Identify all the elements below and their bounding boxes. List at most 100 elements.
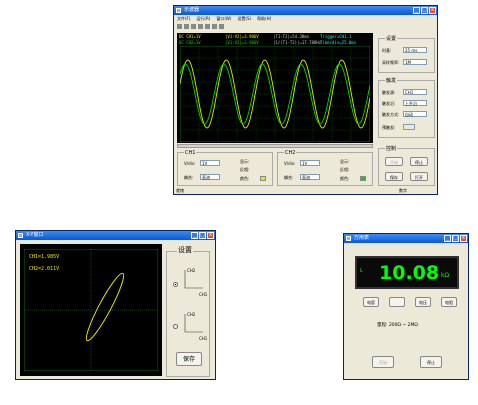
toolbar bbox=[174, 22, 437, 30]
ch2-color-swatch[interactable] bbox=[360, 176, 366, 181]
ch2-invert-label: 反相: bbox=[340, 167, 350, 172]
meter-mode-indicator: L bbox=[360, 268, 363, 274]
trigger-source-select[interactable]: CH1 bbox=[403, 89, 427, 95]
waveform-plot bbox=[180, 46, 370, 142]
axis-label-v1: CH2 bbox=[187, 268, 196, 273]
meter-icon[interactable] bbox=[212, 23, 217, 29]
ch1-show-label: 显示: bbox=[240, 159, 250, 164]
ch2-coupling-label: 耦合: bbox=[284, 175, 294, 180]
xy-maximize-button[interactable]: □ bbox=[199, 232, 206, 239]
xy-titlebar[interactable]: X-Y窗口 _ □ x bbox=[16, 231, 215, 240]
ch2-vdiv-label: V/div: bbox=[284, 161, 296, 166]
horizontal-scrollbar[interactable] bbox=[177, 144, 373, 148]
ch2-group: CH2 V/div: 1V 耦合: 直流 显示: 反相: 颜色: bbox=[277, 150, 373, 186]
meter-close-button[interactable]: x bbox=[460, 235, 467, 242]
scope-titlebar[interactable]: 示波器 _ □ x bbox=[174, 6, 437, 15]
ch2-vdiv-select[interactable]: 1V bbox=[300, 160, 320, 166]
ch1-color-label: 颜色: bbox=[240, 176, 250, 181]
meter-stop-button[interactable]: 停止 bbox=[420, 356, 442, 368]
meter-title: 万用表 bbox=[354, 235, 370, 241]
meter-start-button[interactable]: 开始 bbox=[372, 356, 394, 368]
xy-settings-group: 设置 CH2 CH1 CH2 CH1 保存 bbox=[166, 247, 210, 377]
axis-label-h2: CH1 bbox=[199, 336, 208, 341]
ch2-color-label: 颜色: bbox=[340, 176, 350, 181]
ch1-title: CH1 bbox=[184, 150, 197, 156]
minimize-button[interactable]: _ bbox=[413, 7, 420, 14]
resistance-button[interactable]: 电阻 bbox=[441, 297, 457, 307]
open-icon[interactable] bbox=[191, 23, 196, 29]
scope-window: 示波器 _ □ x 文件(F) 运行(R) 窗口(W) 设置(S) 帮助(H) … bbox=[173, 5, 438, 195]
start-button[interactable]: 开始 bbox=[385, 157, 403, 166]
t1t2-readout: |T1-T2|=54.38ms bbox=[273, 34, 310, 39]
pretrigger-label: 预触发: bbox=[382, 125, 396, 130]
meter-maximize-button[interactable]: □ bbox=[452, 235, 459, 242]
open-button[interactable]: 打开 bbox=[410, 172, 428, 181]
settings-title: 设置 bbox=[385, 36, 398, 42]
menu-file[interactable]: 文件(F) bbox=[177, 15, 190, 22]
lissajous-trace bbox=[85, 272, 125, 342]
xy-app-icon bbox=[18, 233, 23, 238]
timediv-readout: Time/div=25.0ms bbox=[320, 40, 357, 45]
xy-mode-radio-1[interactable] bbox=[173, 282, 178, 287]
meter-app-icon bbox=[346, 236, 351, 241]
current-button[interactable] bbox=[389, 297, 405, 307]
samplerate-select[interactable]: 1M bbox=[403, 59, 427, 65]
scope-display[interactable]: DC CH1=1V |V1-V2|=3.986V |T1-T2|=54.38ms… bbox=[177, 33, 373, 143]
menu-help[interactable]: 帮助(H) bbox=[257, 15, 271, 22]
xy-title: X-Y窗口 bbox=[26, 232, 44, 238]
control-title: 控制 bbox=[385, 146, 398, 152]
ch1-volt-readout: DC CH1=1V bbox=[179, 34, 201, 39]
stop-icon[interactable] bbox=[184, 23, 189, 29]
meter-minimize-button[interactable]: _ bbox=[444, 235, 451, 242]
axis-label-h1: CH1 bbox=[199, 292, 208, 297]
v1v2-readout-b: |V1-V2|=3.986V bbox=[225, 40, 259, 45]
status-left: 就绪 bbox=[176, 188, 184, 193]
xy-save-button[interactable]: 保存 bbox=[176, 352, 202, 366]
xy-mode-radio-2[interactable] bbox=[173, 324, 178, 329]
meter-titlebar[interactable]: 万用表 _ □ x bbox=[344, 234, 468, 243]
save-button[interactable]: 保存 bbox=[385, 172, 403, 181]
ch2-show-label: 显示: bbox=[340, 159, 350, 164]
xy-icon[interactable] bbox=[205, 23, 210, 29]
trigger-edge-select[interactable]: 上升沿 bbox=[403, 100, 427, 106]
xy-plot bbox=[24, 249, 158, 371]
trigger-mode-select[interactable]: 自动 bbox=[403, 111, 427, 117]
status-right: 数字 bbox=[399, 188, 407, 193]
maximize-button[interactable]: □ bbox=[421, 7, 428, 14]
capacitance-button[interactable]: 电容 bbox=[363, 297, 379, 307]
settings-group: 设置 时基: 25 ms 采样频率: 1M bbox=[378, 36, 435, 73]
save-icon[interactable] bbox=[198, 23, 203, 29]
stop-button[interactable]: 停止 bbox=[410, 157, 428, 166]
voltage-button[interactable]: 电压 bbox=[415, 297, 431, 307]
axis-label-v2: CH2 bbox=[187, 312, 196, 317]
close-button[interactable]: x bbox=[429, 7, 436, 14]
ch2-coupling-select[interactable]: 直流 bbox=[300, 174, 320, 180]
trigger-readout: Trigger=CH1.1 bbox=[320, 34, 352, 39]
scope-title: 示波器 bbox=[184, 7, 200, 13]
meter-display: L 10.08 kΩ bbox=[355, 256, 459, 289]
help-icon[interactable] bbox=[219, 23, 224, 29]
ch1-coupling-select[interactable]: 直流 bbox=[200, 174, 220, 180]
ch1-group: CH1 V/div: 1V 耦合: 直流 显示: 反相: 颜色: bbox=[177, 150, 273, 186]
app-icon bbox=[176, 8, 181, 13]
menu-window[interactable]: 窗口(W) bbox=[216, 15, 231, 22]
ch2-title: CH2 bbox=[284, 150, 297, 156]
ch1-vdiv-select[interactable]: 1V bbox=[200, 160, 220, 166]
ch1-color-swatch[interactable] bbox=[260, 176, 266, 181]
meter-unit: kΩ bbox=[441, 272, 450, 279]
pretrigger-input[interactable] bbox=[403, 124, 415, 130]
xy-close-button[interactable]: x bbox=[207, 232, 214, 239]
samplerate-label: 采样频率: bbox=[382, 60, 400, 65]
meter-window: 万用表 _ □ x L 10.08 kΩ 电容 电压 电阻 量程: 200Ω ~… bbox=[343, 233, 469, 380]
menu-run[interactable]: 运行(R) bbox=[196, 15, 210, 22]
trigger-title: 触发 bbox=[385, 78, 398, 84]
menu-settings[interactable]: 设置(S) bbox=[237, 15, 251, 22]
meter-range: 量程: 200Ω ~ 2MΩ bbox=[377, 323, 418, 328]
timebase-select[interactable]: 25 ms bbox=[403, 47, 427, 53]
ch1-vdiv-label: V/div: bbox=[184, 161, 196, 166]
freq-readout: |1/(T1-T2)|=17.788Hz bbox=[273, 40, 322, 45]
xy-display[interactable]: CH1=1.985V CH2=2.011V bbox=[20, 244, 162, 376]
xy-minimize-button[interactable]: _ bbox=[191, 232, 198, 239]
trigger-source-label: 触发源: bbox=[382, 90, 396, 95]
play-icon[interactable] bbox=[177, 23, 182, 29]
